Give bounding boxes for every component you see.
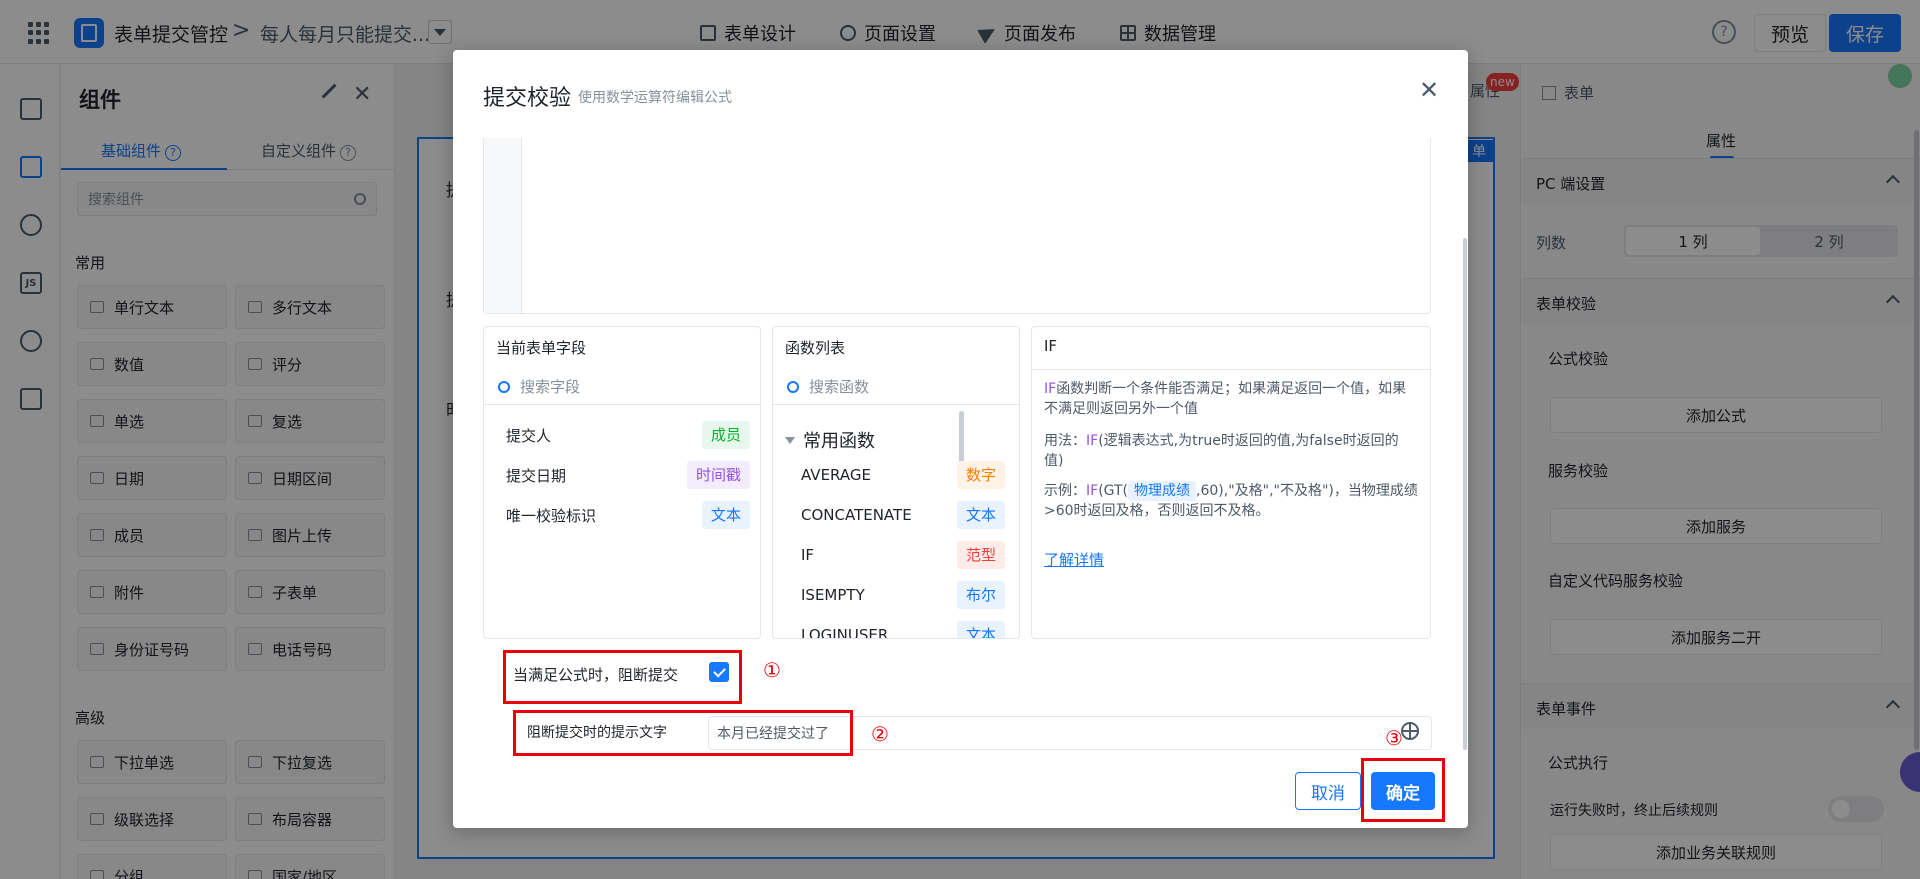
field-chip: 物理成绩 (1128, 481, 1197, 501)
function-row[interactable]: ISEMPTY 布尔 (801, 579, 1005, 611)
function-row[interactable]: AVERAGE 数字 (801, 459, 1005, 491)
function-row[interactable]: LOGINUSER 文本 (801, 619, 1005, 639)
field-type-badge: 时间戳 (686, 461, 750, 489)
function-name: CONCATENATE (801, 506, 912, 524)
cancel-button[interactable]: 取消 (1295, 772, 1361, 810)
description-divider (1032, 369, 1430, 370)
functions-panel-title: 函数列表 (785, 339, 846, 357)
field-row[interactable]: 唯一校验标识 文本 (506, 499, 750, 531)
field-type-badge: 文本 (701, 501, 750, 529)
function-row[interactable]: IF 范型 (801, 539, 1005, 571)
field-name: 提交人 (506, 426, 552, 445)
dialog-scrollbar[interactable] (1463, 238, 1467, 750)
annotation-mark-1: ① (763, 658, 781, 682)
caret-down-icon (785, 436, 795, 444)
function-name: ISEMPTY (801, 586, 865, 604)
function-type-badge: 数字 (956, 461, 1005, 489)
field-name: 提交日期 (506, 466, 567, 485)
field-row[interactable]: 提交人 成员 (506, 419, 750, 451)
formula-editor[interactable] (483, 138, 1431, 314)
submit-validation-dialog: 提交校验 使用数学运算符编辑公式 ✕ 当前表单字段 搜索字段 提交人 成员提交日期… (453, 50, 1468, 828)
learn-more-link[interactable]: 了解详情 (1044, 549, 1104, 570)
block-submit-checkbox[interactable] (709, 662, 729, 682)
annotation-mark-3: ③ (1385, 726, 1403, 750)
field-name: 唯一校验标识 (506, 506, 597, 525)
fields-panel-title: 当前表单字段 (496, 339, 587, 357)
function-example: 示例：IF(GT(物理成绩 ,60),"及格","不及格")，当物理成绩>60时返… (1044, 481, 1418, 519)
function-name: LOGINUSER (801, 626, 889, 639)
editor-gutter (484, 138, 522, 313)
field-search-input[interactable]: 搜索字段 (484, 369, 760, 405)
function-row[interactable]: CONCATENATE 文本 (801, 499, 1005, 531)
function-type-badge: 文本 (956, 621, 1005, 638)
highlight-box-3 (1361, 758, 1445, 822)
function-type-badge: 范型 (956, 541, 1005, 569)
block-submit-label: 当满足公式时，阻断提交 (513, 666, 679, 684)
function-name: AVERAGE (801, 466, 871, 484)
function-description: IF函数判断一个条件能否满足；如果满足返回一个值，如果不满足则返回另外一个值 (1044, 381, 1407, 417)
dialog-subtitle: 使用数学运算符编辑公式 (578, 90, 732, 106)
annotation-mark-2: ② (871, 722, 889, 746)
function-usage: 用法：IF(逻辑表达式,为true时返回的值,为false时返回的值) (1044, 433, 1399, 469)
function-group-common[interactable]: 常用函数 (785, 427, 875, 453)
function-list-panel: 函数列表 搜索函数 常用函数 AVERAGE 数字 CONCATENATE 文本 IF 范… (772, 326, 1020, 639)
description-title: IF (1044, 337, 1058, 355)
form-fields-panel: 当前表单字段 搜索字段 提交人 成员提交日期 时间戳唯一校验标识 文本 (483, 326, 761, 639)
function-type-badge: 文本 (956, 501, 1005, 529)
block-tip-label: 阻断提交时的提示文字 (527, 725, 667, 741)
search-icon (787, 380, 799, 393)
function-name: IF (801, 546, 815, 564)
function-search-input[interactable]: 搜索函数 (773, 369, 1019, 405)
function-description-panel: IF IF函数判断一个条件能否满足；如果满足返回一个值，如果不满足则返回另外一个… (1031, 326, 1431, 639)
field-type-badge: 成员 (701, 421, 750, 449)
field-row[interactable]: 提交日期 时间戳 (506, 459, 750, 491)
search-icon (498, 380, 510, 393)
dialog-title: 提交校验 (483, 86, 572, 111)
function-type-badge: 布尔 (956, 581, 1005, 609)
close-icon[interactable]: ✕ (1419, 76, 1439, 104)
globe-icon[interactable] (1401, 722, 1419, 740)
